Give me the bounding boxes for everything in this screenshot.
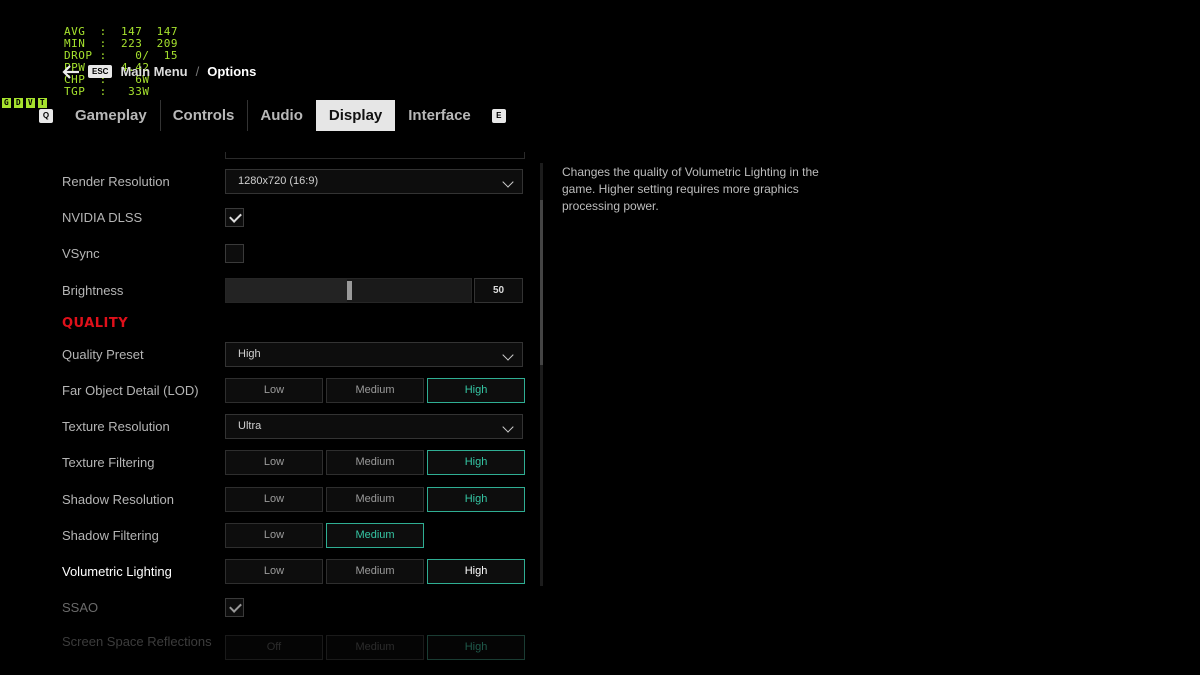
quality-section-header: QUALITY xyxy=(62,316,129,331)
ssr-off[interactable]: Off xyxy=(225,635,323,660)
previous-setting-edge xyxy=(225,152,525,159)
breadcrumb-separator: / xyxy=(195,64,200,79)
dropdown-value: High xyxy=(238,348,261,360)
perf-flag: G xyxy=(2,98,11,108)
setting-row-render-resolution: Render Resolution 1280x720 (16:9) xyxy=(62,169,527,196)
setting-label: VSync xyxy=(62,246,100,261)
setting-label: Shadow Filtering xyxy=(62,528,159,543)
volumetric-lighting-high[interactable]: High xyxy=(427,559,525,584)
next-tab-key-hint: E xyxy=(491,108,506,123)
slider-handle[interactable] xyxy=(347,281,352,300)
perf-flag: V xyxy=(26,98,35,108)
setting-label: NVIDIA DLSS xyxy=(62,210,143,225)
vsync-checkbox[interactable] xyxy=(225,244,244,263)
setting-row-ssr: Screen Space Reflections Off Medium High xyxy=(62,631,527,660)
setting-label: Screen Space Reflections xyxy=(62,634,212,649)
volumetric-lighting-low[interactable]: Low xyxy=(225,559,323,584)
setting-label: SSAO xyxy=(62,600,99,615)
tab-display[interactable]: Display xyxy=(315,100,396,131)
settings-scrollbar-thumb[interactable] xyxy=(540,200,543,365)
nvidia-dlss-checkbox[interactable] xyxy=(225,208,244,227)
tab-interface[interactable]: Interface xyxy=(395,100,484,131)
setting-row-shadow-resolution: Shadow Resolution Low Medium High xyxy=(62,487,527,514)
tab-controls[interactable]: Controls xyxy=(159,100,248,131)
setting-row-brightness: Brightness 50 xyxy=(62,278,527,305)
slider-fill xyxy=(226,279,347,302)
setting-row-volumetric-lighting: Volumetric Lighting Low Medium High xyxy=(62,559,527,586)
tab-audio[interactable]: Audio xyxy=(247,100,316,131)
texture-resolution-dropdown[interactable]: Ultra xyxy=(225,414,523,439)
setting-row-ssao: SSAO xyxy=(62,595,527,622)
setting-row-nvidia-dlss: NVIDIA DLSS xyxy=(62,205,527,232)
far-object-detail-high[interactable]: High xyxy=(427,378,525,403)
shadow-resolution-high[interactable]: High xyxy=(427,487,525,512)
setting-row-shadow-filtering: Shadow Filtering Low Medium xyxy=(62,523,527,550)
ssr-high[interactable]: High xyxy=(427,635,525,660)
chevron-down-icon xyxy=(502,421,514,433)
setting-description: Changes the quality of Volumetric Lighti… xyxy=(562,165,819,213)
shadow-resolution-medium[interactable]: Medium xyxy=(326,487,424,512)
shadow-resolution-low[interactable]: Low xyxy=(225,487,323,512)
settings-tabs: Q Gameplay Controls Audio Display Interf… xyxy=(39,100,506,131)
setting-label: Texture Filtering xyxy=(62,455,155,470)
ssr-medium[interactable]: Medium xyxy=(326,635,424,660)
quality-preset-dropdown[interactable]: High xyxy=(225,342,523,367)
breadcrumb: ESC Main Menu / Options xyxy=(62,64,256,79)
setting-label: Shadow Resolution xyxy=(62,492,175,507)
brightness-slider[interactable] xyxy=(225,278,472,303)
shadow-filtering-low[interactable]: Low xyxy=(225,523,323,548)
breadcrumb-main-menu[interactable]: Main Menu xyxy=(120,64,187,79)
setting-label: Quality Preset xyxy=(62,347,144,362)
dropdown-value: 1280x720 (16:9) xyxy=(238,175,319,187)
prev-tab-key-hint: Q xyxy=(39,108,53,123)
ssao-checkbox[interactable] xyxy=(225,598,244,617)
setting-label: Texture Resolution xyxy=(62,419,170,434)
setting-row-texture-resolution: Texture Resolution Ultra xyxy=(62,414,527,441)
setting-row-quality-preset: Quality Preset High xyxy=(62,342,527,369)
brightness-value[interactable]: 50 xyxy=(474,278,523,303)
setting-row-far-object-detail: Far Object Detail (LOD) Low Medium High xyxy=(62,378,527,405)
chevron-down-icon xyxy=(502,349,514,361)
setting-label: Volumetric Lighting xyxy=(62,564,172,579)
tab-gameplay[interactable]: Gameplay xyxy=(62,100,160,131)
setting-label: Render Resolution xyxy=(62,174,170,189)
setting-row-vsync: VSync xyxy=(62,241,527,268)
texture-filtering-medium[interactable]: Medium xyxy=(326,450,424,475)
texture-filtering-high[interactable]: High xyxy=(427,450,525,475)
far-object-detail-low[interactable]: Low xyxy=(225,378,323,403)
breadcrumb-current: Options xyxy=(207,64,257,79)
setting-row-texture-filtering: Texture Filtering Low Medium High xyxy=(62,450,527,477)
perf-flag: D xyxy=(14,98,23,108)
chevron-down-icon xyxy=(502,176,514,188)
volumetric-lighting-medium[interactable]: Medium xyxy=(326,559,424,584)
render-resolution-dropdown[interactable]: 1280x720 (16:9) xyxy=(225,169,523,194)
texture-filtering-low[interactable]: Low xyxy=(225,450,323,475)
shadow-filtering-medium[interactable]: Medium xyxy=(326,523,424,548)
setting-label: Brightness xyxy=(62,283,124,298)
far-object-detail-medium[interactable]: Medium xyxy=(326,378,424,403)
back-arrow-icon[interactable] xyxy=(62,64,80,79)
esc-key-hint: ESC xyxy=(88,65,113,78)
setting-label: Far Object Detail (LOD) xyxy=(62,383,199,398)
dropdown-value: Ultra xyxy=(238,420,262,432)
